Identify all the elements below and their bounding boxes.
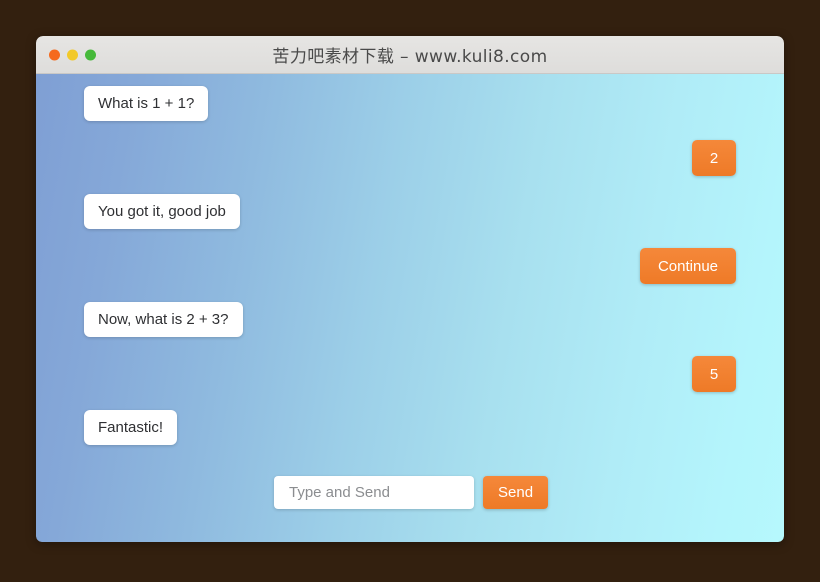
send-button[interactable]: Send [483,476,549,509]
chat-message-bot: You got it, good job [84,194,240,229]
quick-reply-button-continue[interactable]: Continue [639,248,736,284]
window-title: 苦力吧素材下载 – www.kuli8.com [272,47,548,67]
close-button[interactable] [49,49,60,60]
message-composer: Send [274,476,549,509]
window-titlebar: 苦力吧素材下载 – www.kuli8.com [36,36,784,74]
minimize-button[interactable] [67,49,78,60]
quick-reply-button-2[interactable]: 2 [692,140,736,176]
chat-message-bot: Now, what is 2 + 3? [84,302,243,337]
maximize-button[interactable] [85,49,96,60]
chat-message-bot: Fantastic! [84,410,178,445]
chat-transcript: What is 1 + 1? You got it, good job Now,… [36,74,784,542]
chat-window: 苦力吧素材下载 – www.kuli8.com What is 1 + 1? Y… [36,36,784,542]
desktop-background: 苦力吧素材下载 – www.kuli8.com What is 1 + 1? Y… [0,0,820,582]
window-controls [49,49,96,60]
message-input[interactable] [274,476,474,509]
chat-message-bot: What is 1 + 1? [84,86,209,121]
quick-reply-button-5[interactable]: 5 [692,356,736,392]
